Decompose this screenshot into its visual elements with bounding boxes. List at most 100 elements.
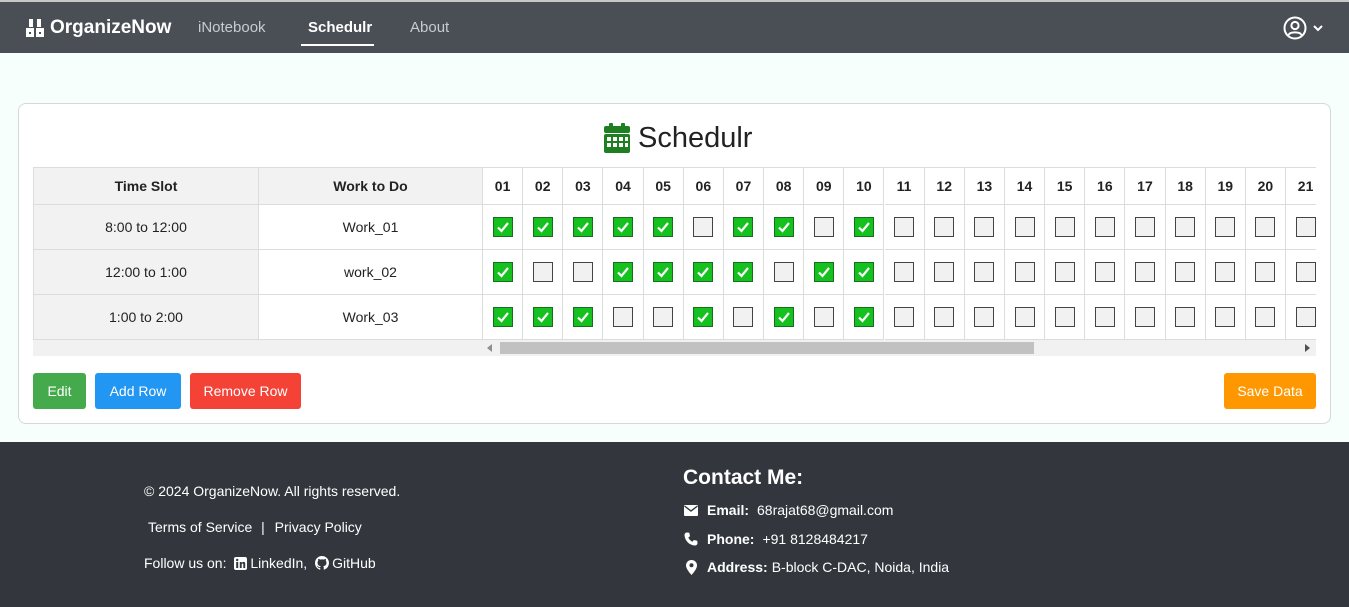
checkbox-checked[interactable] — [733, 262, 754, 282]
checkbox-unchecked[interactable] — [1295, 262, 1316, 282]
checkbox-checked[interactable] — [613, 217, 633, 237]
checkbox-unchecked[interactable] — [1215, 307, 1236, 327]
work-text: Work_03 — [342, 309, 399, 325]
remove-row-button[interactable]: Remove Row — [190, 373, 301, 409]
checkbox-unchecked[interactable] — [1014, 307, 1035, 327]
checkbox-unchecked[interactable] — [894, 307, 915, 327]
checkbox-checked[interactable] — [853, 307, 874, 327]
checkbox-checked[interactable] — [532, 307, 553, 327]
checkbox-unchecked[interactable] — [572, 262, 593, 282]
follow-row: Follow us on: LinkedIn, GitHub — [144, 555, 376, 571]
checkbox-unchecked[interactable] — [1175, 262, 1196, 282]
user-menu-toggle[interactable] — [1283, 15, 1327, 41]
day-cell — [1286, 205, 1316, 250]
checkbox-checked[interactable] — [693, 262, 714, 282]
scroll-right-arrow-icon[interactable] — [1305, 344, 1310, 352]
checkbox-checked[interactable] — [813, 262, 834, 282]
checkmark-icon — [737, 267, 750, 278]
checkbox-unchecked[interactable] — [1255, 262, 1276, 282]
day-cell — [563, 295, 604, 340]
checkmark-icon — [577, 312, 589, 323]
checkbox-unchecked[interactable] — [974, 217, 995, 237]
checkbox-checked[interactable] — [572, 217, 593, 237]
checkbox-unchecked[interactable] — [934, 307, 955, 327]
checkbox-unchecked[interactable] — [1094, 307, 1115, 327]
day-cell — [643, 250, 684, 295]
github-link[interactable]: GitHub — [315, 555, 376, 571]
checkbox-checked[interactable] — [693, 307, 714, 327]
checkbox-unchecked[interactable] — [1295, 307, 1316, 327]
edit-button[interactable]: Edit — [33, 373, 86, 409]
checkbox-unchecked[interactable] — [1134, 217, 1155, 237]
header-day-07: 07 — [723, 168, 765, 205]
checkbox-checked[interactable] — [653, 262, 674, 282]
email-value[interactable]: 68rajat68@gmail.com — [757, 502, 893, 518]
checkbox-unchecked[interactable] — [974, 262, 995, 282]
day-cell — [1286, 250, 1316, 295]
checkbox-unchecked[interactable] — [1094, 217, 1115, 237]
work-cell: Work_01 — [259, 205, 483, 250]
checkbox-unchecked[interactable] — [1255, 217, 1276, 237]
checkbox-unchecked[interactable] — [613, 307, 633, 327]
table-horizontal-scrollbar[interactable] — [33, 340, 1316, 356]
day-cell — [764, 250, 805, 295]
checkbox-unchecked[interactable] — [934, 262, 955, 282]
save-data-button[interactable]: Save Data — [1224, 373, 1316, 409]
checkbox-unchecked[interactable] — [813, 307, 834, 327]
checkbox-unchecked[interactable] — [1054, 262, 1075, 282]
checkbox-checked[interactable] — [492, 307, 513, 327]
checkbox-unchecked[interactable] — [1134, 307, 1155, 327]
header-day-label: 19 — [1217, 178, 1234, 194]
checkbox-checked[interactable] — [492, 217, 513, 237]
checkbox-unchecked[interactable] — [1295, 217, 1316, 237]
checkbox-unchecked[interactable] — [1215, 262, 1236, 282]
checkbox-unchecked[interactable] — [1215, 217, 1236, 237]
checkbox-unchecked[interactable] — [1255, 307, 1276, 327]
checkmark-icon — [858, 222, 870, 233]
checkbox-unchecked[interactable] — [1094, 262, 1115, 282]
checkbox-unchecked[interactable] — [773, 262, 794, 282]
privacy-link[interactable]: Privacy Policy — [275, 519, 362, 535]
scroll-left-arrow-icon[interactable] — [487, 344, 492, 352]
checkbox-checked[interactable] — [492, 262, 513, 282]
checkbox-checked[interactable] — [653, 217, 674, 237]
checkbox-unchecked[interactable] — [1014, 262, 1035, 282]
checkbox-checked[interactable] — [773, 217, 794, 237]
scrollbar-thumb[interactable] — [500, 342, 1034, 354]
checkbox-unchecked[interactable] — [1054, 307, 1075, 327]
checkbox-unchecked[interactable] — [1175, 217, 1196, 237]
brand-logo[interactable]: OrganizeNow — [24, 15, 171, 41]
header-day-20: 20 — [1245, 168, 1286, 205]
nav-link-schedulr[interactable]: Schedulr — [308, 19, 372, 36]
checkbox-unchecked[interactable] — [693, 217, 714, 237]
checkbox-unchecked[interactable] — [1134, 262, 1155, 282]
checkbox-checked[interactable] — [572, 307, 593, 327]
checkmark-icon — [496, 222, 509, 233]
add-row-button[interactable]: Add Row — [95, 373, 181, 409]
checkbox-checked[interactable] — [613, 262, 633, 282]
checkbox-checked[interactable] — [532, 217, 553, 237]
checkbox-checked[interactable] — [733, 217, 754, 237]
checkbox-unchecked[interactable] — [813, 217, 834, 237]
checkbox-unchecked[interactable] — [974, 307, 995, 327]
linkedin-link[interactable]: LinkedIn, — [234, 555, 311, 571]
checkbox-unchecked[interactable] — [733, 307, 754, 327]
header-day-label: 04 — [615, 178, 631, 194]
checkbox-checked[interactable] — [853, 217, 874, 237]
checkbox-unchecked[interactable] — [1175, 307, 1196, 327]
nav-link-about[interactable]: About — [410, 19, 449, 36]
header-day-label: 21 — [1297, 178, 1314, 194]
checkbox-unchecked[interactable] — [894, 217, 915, 237]
nav-link-inotebook[interactable]: iNotebook — [198, 19, 266, 36]
checkbox-unchecked[interactable] — [532, 262, 553, 282]
checkbox-unchecked[interactable] — [653, 307, 674, 327]
checkbox-unchecked[interactable] — [934, 217, 955, 237]
checkbox-unchecked[interactable] — [894, 262, 915, 282]
header-day-11: 11 — [884, 168, 925, 205]
checkbox-checked[interactable] — [853, 262, 874, 282]
checkbox-unchecked[interactable] — [1054, 217, 1075, 237]
github-icon — [315, 556, 330, 570]
checkbox-checked[interactable] — [773, 307, 794, 327]
checkbox-unchecked[interactable] — [1014, 217, 1035, 237]
terms-link[interactable]: Terms of Service — [148, 519, 252, 535]
